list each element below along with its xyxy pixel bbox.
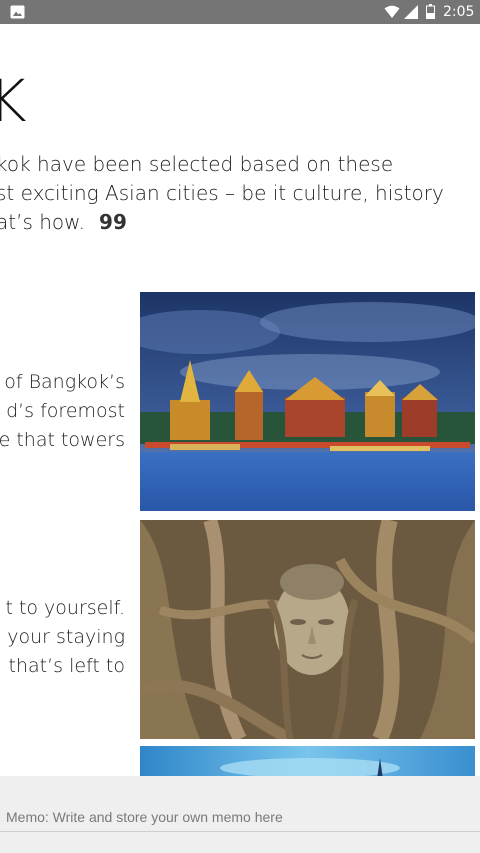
intro-paragraph: kok have been selected based on these st… (0, 150, 444, 237)
third-photo-partial[interactable] (140, 746, 475, 776)
status-bar: 2:05 (0, 0, 480, 24)
article-content[interactable]: OK kok have been selected based on these… (0, 24, 480, 776)
close-quote-icon: 99 (99, 210, 127, 234)
section-1-line: of Bangkok’s (4, 371, 125, 393)
memo-bar (0, 776, 480, 853)
intro-line: kok have been selected based on these (0, 152, 394, 176)
section-2-line: that’s left to (8, 655, 125, 677)
page-title: OK (0, 67, 28, 135)
memo-input[interactable] (0, 802, 480, 832)
section-2-paragraph: t to yourself. your staying that’s left … (5, 594, 125, 681)
intro-line-last: at’s how. 99 (0, 208, 444, 237)
battery-icon (426, 4, 435, 19)
section-2-line: your staying (7, 626, 125, 648)
wifi-icon (384, 5, 400, 18)
section-1-paragraph: of Bangkok’s d’s foremost e that towers (0, 368, 125, 455)
clock-time: 2:05 (443, 4, 475, 20)
grand-palace-photo[interactable] (140, 292, 475, 511)
buddha-head-tree-roots-photo[interactable] (140, 520, 475, 739)
signal-icon (404, 5, 418, 19)
section-1-line: d’s foremost (6, 400, 125, 422)
section-1-line: e that towers (0, 429, 125, 451)
section-2-line: t to yourself. (5, 597, 125, 619)
gallery-icon (10, 5, 25, 19)
intro-line: st exciting Asian cities – be it culture… (0, 181, 444, 205)
intro-line-text: at’s how. (0, 210, 86, 234)
